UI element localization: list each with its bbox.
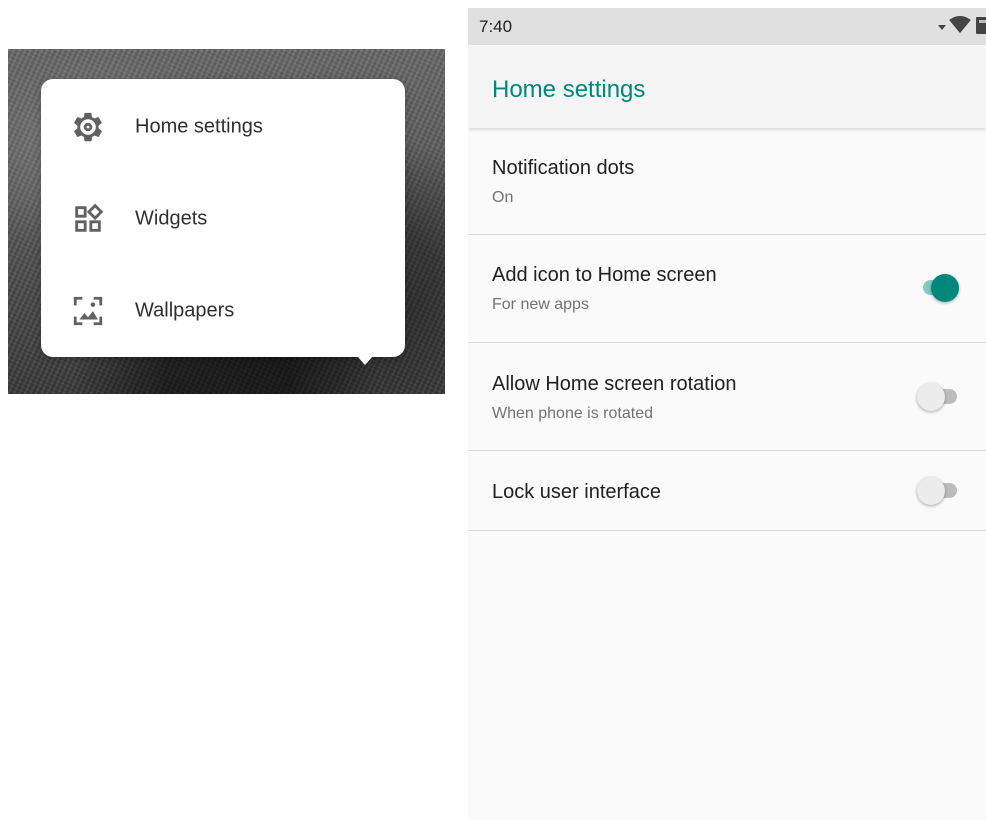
setting-row-notification-dots[interactable]: Notification dots On [468, 128, 986, 235]
status-bar: 7:40 [468, 8, 986, 45]
page-title: Home settings [492, 76, 646, 103]
setting-subtitle: For new apps [492, 296, 589, 313]
home-settings-screen: 7:40 Home settings Notification dots On … [468, 8, 986, 820]
toggle-thumb [917, 477, 945, 505]
add-icon-toggle[interactable] [917, 274, 959, 302]
setting-row-lock-ui[interactable]: Lock user interface [468, 451, 986, 531]
toggle-thumb [917, 383, 945, 411]
setting-subtitle: When phone is rotated [492, 405, 653, 422]
popup-item-wallpapers[interactable]: Wallpapers [41, 265, 405, 357]
popup-caret [357, 356, 373, 365]
setting-title: Allow Home screen rotation [492, 373, 737, 395]
popup-item-widgets[interactable]: Widgets [41, 173, 405, 265]
status-time: 7:40 [479, 17, 513, 36]
rotation-toggle[interactable] [917, 383, 959, 411]
launcher-options-popup: Home settings Widgets Wallpapers [41, 79, 405, 357]
gear-icon [68, 107, 108, 147]
popup-item-label: Home settings [135, 115, 263, 138]
status-icons [938, 15, 986, 39]
setting-title: Lock user interface [492, 481, 661, 503]
lock-ui-toggle[interactable] [917, 477, 959, 505]
toggle-thumb [931, 274, 959, 302]
setting-row-rotation[interactable]: Allow Home screen rotation When phone is… [468, 343, 986, 451]
setting-title: Add icon to Home screen [492, 264, 717, 286]
app-bar: Home settings [468, 45, 986, 128]
battery-icon [976, 16, 986, 39]
settings-list: Notification dots On Add icon to Home sc… [468, 128, 986, 531]
popup-item-home-settings[interactable]: Home settings [41, 81, 405, 173]
wallpaper-icon [68, 291, 108, 331]
setting-row-add-icon[interactable]: Add icon to Home screen For new apps [468, 235, 986, 343]
setting-title: Notification dots [492, 157, 635, 179]
signal-arrow-icon [938, 18, 946, 36]
popup-item-label: Wallpapers [135, 299, 235, 322]
widgets-icon [68, 199, 108, 239]
wifi-icon [949, 15, 971, 39]
setting-subtitle: On [492, 189, 514, 206]
popup-item-label: Widgets [135, 207, 208, 230]
